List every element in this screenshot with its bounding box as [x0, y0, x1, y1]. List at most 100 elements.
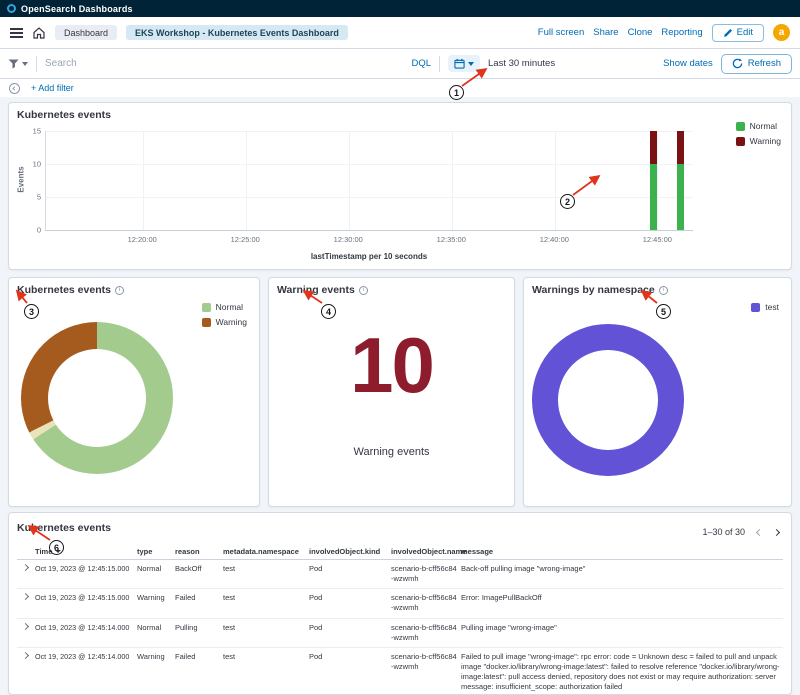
calendar-icon — [454, 58, 465, 69]
column-label: metadata.namespace — [223, 547, 299, 556]
date-picker-button[interactable] — [448, 55, 480, 72]
metric-caption: Warning events — [269, 446, 514, 458]
table-row[interactable]: Oct 19, 2023 @ 12:45:14.000 Normal Pulli… — [17, 619, 783, 648]
legend-label: Normal — [750, 121, 777, 131]
panel-kubernetes-events-donut: Kubernetes events Normal Warning — [8, 277, 260, 507]
expand-row-icon[interactable] — [17, 564, 33, 570]
table-row[interactable]: Oct 19, 2023 @ 12:45:15.000 Normal BackO… — [17, 560, 783, 589]
saved-query-icon[interactable] — [9, 83, 20, 94]
bar-segment-normal — [677, 164, 684, 230]
navbar: Dashboard EKS Workshop - Kubernetes Even… — [0, 17, 800, 49]
legend-item-normal[interactable]: Normal — [202, 302, 247, 312]
refresh-button[interactable]: Refresh — [721, 54, 792, 74]
info-icon[interactable] — [359, 286, 368, 295]
share-link[interactable]: Share — [593, 27, 618, 38]
panel-kubernetes-events-table: Kubernetes events 1–30 of 30 Time type r… — [8, 512, 792, 695]
panel-title: Warning events — [277, 284, 355, 296]
cell-type: Normal — [137, 564, 173, 574]
annotation-circle-4: 4 — [321, 304, 336, 319]
cell-reason: Failed — [175, 593, 221, 603]
home-icon[interactable] — [32, 26, 46, 40]
next-page-icon[interactable] — [773, 528, 780, 535]
panel-title: Kubernetes events — [17, 109, 111, 121]
events-donut[interactable] — [21, 322, 173, 474]
column-header-type[interactable]: type — [137, 547, 173, 556]
cell-namespace: test — [223, 593, 307, 603]
breadcrumb-dashboard[interactable]: Dashboard — [55, 25, 117, 40]
edit-button[interactable]: Edit — [712, 24, 764, 42]
column-header-name[interactable]: involvedObject.name — [391, 547, 459, 556]
cell-namespace: test — [223, 564, 307, 574]
avatar[interactable]: a — [773, 24, 790, 41]
cell-kind: Pod — [309, 652, 389, 662]
cell-time: Oct 19, 2023 @ 12:45:15.000 — [35, 593, 135, 603]
panel-kubernetes-events-histogram: Kubernetes events Events 15 10 5 0 — [8, 102, 792, 270]
time-range-label[interactable]: Last 30 minutes — [488, 58, 555, 69]
column-header-namespace[interactable]: metadata.namespace — [223, 547, 307, 556]
histogram-bar[interactable] — [650, 131, 657, 230]
cell-name: scenario-b-cff56c84-wzwmh — [391, 564, 459, 584]
expand-row-icon[interactable] — [17, 652, 33, 658]
bar-segment-warning — [677, 131, 684, 164]
expand-row-icon[interactable] — [17, 623, 33, 629]
cell-namespace: test — [223, 623, 307, 633]
previous-page-icon[interactable] — [756, 528, 763, 535]
legend-label: Normal — [216, 302, 243, 312]
add-filter-link[interactable]: + Add filter — [31, 83, 74, 93]
donut-hole — [48, 349, 146, 447]
y-tick: 15 — [33, 127, 41, 136]
annotation-circle-1: 1 — [449, 85, 464, 100]
cell-name: scenario-b-cff56c84-wzwmh — [391, 652, 459, 672]
x-tick: 12:25:00 — [231, 235, 260, 244]
chevron-left-icon — [12, 86, 16, 90]
info-icon[interactable] — [659, 286, 668, 295]
normal-swatch-icon — [202, 303, 211, 312]
namespace-donut[interactable] — [532, 324, 684, 476]
column-header-kind[interactable]: involvedObject.kind — [309, 547, 389, 556]
expand-row-icon[interactable] — [17, 593, 33, 599]
app-root: OpenSearch Dashboards Dashboard EKS Work… — [0, 0, 800, 695]
table-row[interactable]: Oct 19, 2023 @ 12:45:14.000 Warning Fail… — [17, 648, 783, 695]
x-axis-title: lastTimestamp per 10 seconds — [45, 252, 693, 261]
panel-title: Warnings by namespace — [532, 284, 655, 296]
histogram-legend: Normal Warning — [736, 121, 781, 146]
show-dates-link[interactable]: Show dates — [663, 58, 713, 69]
donut-legend: Normal Warning — [202, 302, 247, 327]
cell-message: Failed to pull image "wrong-image": rpc … — [461, 652, 783, 693]
info-icon[interactable] — [115, 286, 124, 295]
brand-title: OpenSearch Dashboards — [21, 4, 133, 14]
events-table: Time type reason metadata.namespace invo… — [17, 544, 783, 695]
filter-funnel-dropdown[interactable] — [8, 59, 28, 69]
histogram-bar[interactable] — [677, 131, 684, 230]
column-header-reason[interactable]: reason — [175, 547, 221, 556]
column-header-message[interactable]: message — [461, 547, 783, 556]
chevron-down-icon — [468, 62, 474, 66]
legend-item-warning[interactable]: Warning — [202, 317, 247, 327]
breadcrumb-current-dashboard[interactable]: EKS Workshop - Kubernetes Events Dashboa… — [126, 25, 348, 40]
topbar: OpenSearch Dashboards — [0, 0, 800, 17]
reporting-link[interactable]: Reporting — [661, 27, 702, 38]
cell-time: Oct 19, 2023 @ 12:45:15.000 — [35, 564, 135, 574]
menu-icon[interactable] — [10, 32, 23, 34]
legend-item-normal[interactable]: Normal — [736, 121, 781, 131]
column-label: reason — [175, 547, 200, 556]
table-row[interactable]: Oct 19, 2023 @ 12:45:15.000 Warning Fail… — [17, 589, 783, 618]
y-tick: 0 — [37, 226, 41, 235]
full-screen-link[interactable]: Full screen — [538, 27, 584, 38]
cell-kind: Pod — [309, 593, 389, 603]
cell-message: Error: ImagePullBackOff — [461, 593, 783, 603]
legend-item-warning[interactable]: Warning — [736, 136, 781, 146]
dql-selector[interactable]: DQL — [411, 58, 431, 69]
cell-time: Oct 19, 2023 @ 12:45:14.000 — [35, 623, 135, 633]
metric-value: 10 — [269, 326, 514, 404]
cell-message: Back-off pulling image "wrong-image" — [461, 564, 783, 574]
cell-type: Warning — [137, 593, 173, 603]
legend-item-test[interactable]: test — [751, 302, 779, 312]
clone-link[interactable]: Clone — [628, 27, 653, 38]
pencil-icon — [723, 28, 733, 38]
opensearch-logo-icon — [7, 4, 16, 13]
annotation-circle-6: 6 — [49, 540, 64, 555]
search-input[interactable]: Search DQL — [45, 58, 431, 69]
pagination: 1–30 of 30 — [702, 527, 779, 537]
bar-segment-warning — [650, 131, 657, 164]
